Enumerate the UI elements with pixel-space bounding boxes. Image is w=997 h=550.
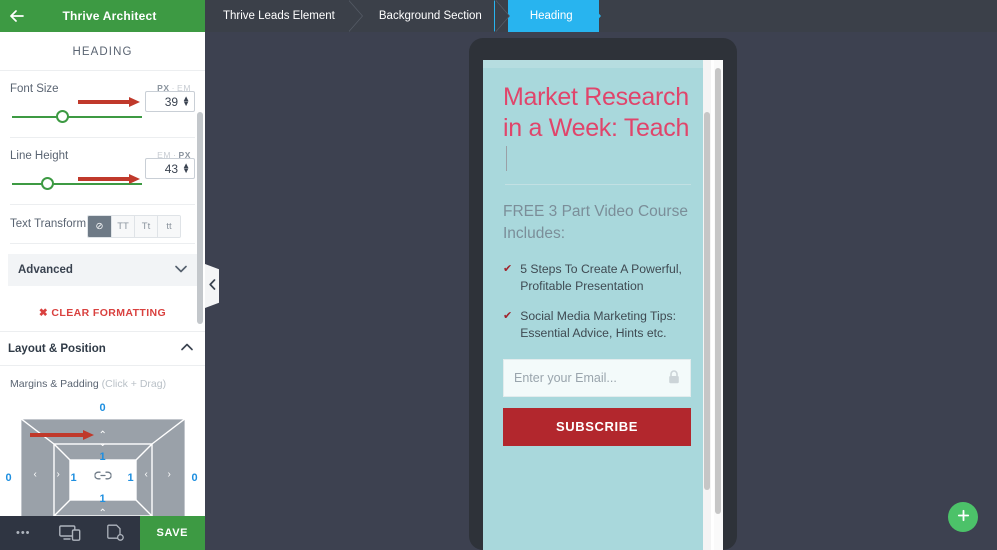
responsive-devices-icon[interactable] [47,516,94,550]
save-button[interactable]: SAVE [139,516,205,550]
subheadline[interactable]: FREE 3 Part Video Course Includes: [503,201,691,245]
layout-position-toggle[interactable]: Layout & Position [0,332,205,366]
breadcrumb: Thrive Leads Element Background Section … [205,0,997,32]
text-transform-label: Text Transform [10,218,87,230]
sidebar-scrollbar[interactable] [196,32,203,516]
list-item-label: 5 Steps To Create A Powerful, Profitable… [520,261,682,293]
padding-bottom-caret-icon[interactable]: ⌃ [99,509,107,517]
margin-left-caret-icon[interactable]: ‹ [34,470,37,480]
page-settings-icon[interactable] [93,516,140,550]
margin-left-value[interactable]: 0 [6,472,12,484]
headline-text: Market Research in a Week: Teach [503,83,690,142]
text-transform-uppercase-button[interactable]: TT [111,216,134,237]
page-top-strip [483,60,711,68]
link-icon[interactable] [93,468,112,483]
font-size-input[interactable]: 39 ▲ ▼ [145,91,195,112]
sidebar-scroll-area: HEADING Font Size PX · EM 39 ▲ ▼ Line He… [0,32,205,516]
app-title: Thrive Architect [62,9,157,23]
line-height-stepper[interactable]: ▲ ▼ [182,161,190,174]
annotation-arrow-font-size [78,97,140,107]
page-content-scrollbar[interactable] [703,60,711,550]
margins-padding-title: Margins & Padding [10,378,99,390]
margin-right-caret-icon[interactable]: › [168,470,171,480]
optin-page: Market Research in a Week: Teach FREE 3 … [483,60,711,550]
line-height-control: Line Height EM · PX 43 ▲ ▼ [0,138,205,204]
breadcrumb-label: Heading [529,10,573,22]
check-icon: ✔ [503,262,513,275]
breadcrumb-item-thrive-leads-element[interactable]: Thrive Leads Element [205,0,363,32]
line-height-value: 43 [164,161,179,176]
advanced-section-toggle[interactable]: Advanced [8,254,197,286]
email-input[interactable]: Enter your Email... [503,358,691,397]
subscribe-button[interactable]: SUBSCRIBE [503,407,691,446]
more-options-button[interactable]: ••• [0,516,47,550]
margins-padding-label: Margins & Padding (Click + Drag) [0,366,205,394]
sidebar-header: Thrive Architect [0,0,205,32]
margin-top-value[interactable]: 0 [100,402,106,414]
sidebar-collapse-handle[interactable] [205,264,219,308]
divider [10,243,195,244]
font-size-control: Font Size PX · EM 39 ▲ ▼ [0,71,205,137]
font-size-slider-knob[interactable] [56,110,69,123]
chevron-down-icon [175,265,187,276]
breadcrumb-label: Background Section [378,10,482,22]
list-item[interactable]: ✔ Social Media Marketing Tips: Essential… [503,308,691,343]
close-icon: ✖ [38,307,49,319]
chevron-up-icon [181,343,193,354]
check-icon: ✔ [503,310,513,323]
element-title: HEADING [0,32,205,71]
font-size-stepper[interactable]: ▲ ▼ [182,94,190,107]
font-size-slider-track [12,116,142,118]
add-element-button[interactable] [948,502,978,532]
padding-left-value[interactable]: 1 [71,472,77,484]
text-transform-lowercase-button[interactable]: tt [157,216,180,237]
list-item-label: Social Media Marketing Tips: Essential A… [520,309,677,341]
text-transform-none-button[interactable]: ⊘ [88,216,111,237]
text-transform-buttons: ⊘ TT Tt tt [87,215,181,238]
padding-bottom-value[interactable]: 1 [100,493,106,505]
benefits-list: ✔ 5 Steps To Create A Powerful, Profitab… [503,261,691,343]
breadcrumb-item-heading[interactable]: Heading [493,0,601,32]
breadcrumb-label: Thrive Leads Element [223,10,335,22]
chevron-left-icon [208,279,216,293]
clear-formatting-button[interactable]: ✖ CLEAR FORMATTING [0,294,205,332]
plus-icon [957,509,970,526]
font-size-value: 39 [164,94,179,109]
mobile-preview-screen: Market Research in a Week: Teach FREE 3 … [483,60,723,550]
email-placeholder: Enter your Email... [514,370,617,385]
line-height-slider-track [12,183,142,185]
thrive-architect-window: Thrive Architect HEADING Font Size PX · EM… [0,0,997,550]
preview-scrollbar-thumb[interactable] [715,68,721,514]
layout-position-label: Layout & Position [8,342,106,355]
padding-top-caret-icon[interactable]: ⌄ [99,439,107,449]
headline-divider [505,183,691,185]
padding-right-caret-icon[interactable]: ‹ [145,470,148,480]
page-content-scrollbar-thumb[interactable] [704,112,710,490]
line-height-input[interactable]: 43 ▲ ▼ [145,158,195,179]
margins-padding-hint: (Click + Drag) [101,378,167,390]
padding-left-caret-icon[interactable]: › [57,470,60,480]
editor-canvas: Market Research in a Week: Teach FREE 3 … [205,32,997,550]
text-transform-capitalize-button[interactable]: Tt [134,216,157,237]
mobile-preview-frame: Market Research in a Week: Teach FREE 3 … [469,38,737,550]
preview-scrollbar[interactable] [714,60,723,550]
padding-right-value[interactable]: 1 [128,472,134,484]
padding-top-value[interactable]: 1 [100,451,106,463]
margins-padding-boxmodel[interactable]: 0 0 0 1 1 1 1 ⌃ ⌄ ‹ › ‹ › ⌃ ⌄ [6,402,198,517]
text-transform-control: Text Transform ⊘ TT Tt tt [0,205,205,243]
ellipsis-icon: ••• [15,527,31,539]
lock-icon [668,370,680,387]
sidebar: Thrive Architect HEADING Font Size PX · EM… [0,0,205,550]
sidebar-footer-toolbar: ••• SAVE [0,516,205,550]
clear-formatting-label: CLEAR FORMATTING [51,307,167,319]
no-transform-icon: ⊘ [95,221,104,232]
line-height-slider-knob[interactable] [41,177,54,190]
list-item[interactable]: ✔ 5 Steps To Create A Powerful, Profitab… [503,261,691,296]
breadcrumb-item-background-section[interactable]: Background Section [360,0,510,32]
sidebar-scrollbar-thumb[interactable] [197,112,203,324]
text-cursor [506,146,507,171]
headline[interactable]: Market Research in a Week: Teach [503,82,691,174]
advanced-label: Advanced [18,264,73,276]
